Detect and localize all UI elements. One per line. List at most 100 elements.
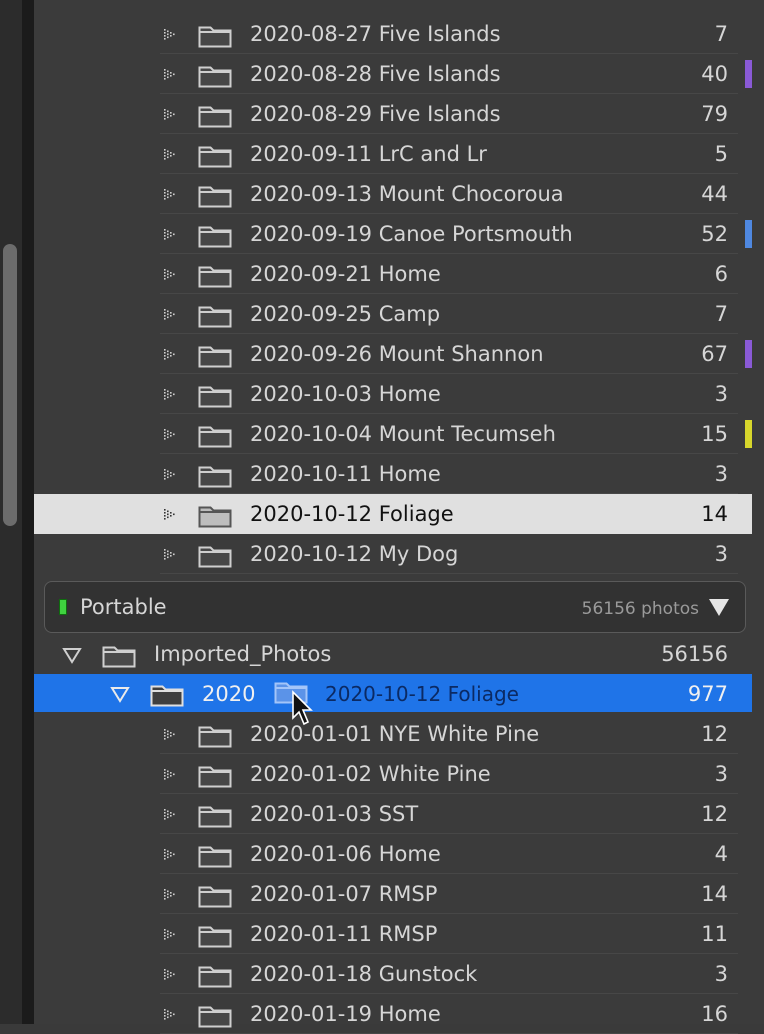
folder-icon — [198, 226, 232, 248]
folder-icon — [198, 386, 232, 408]
drag-grip-icon[interactable] — [163, 548, 175, 560]
folder-icon — [198, 546, 232, 568]
folder-icon — [198, 466, 232, 488]
drag-grip-icon[interactable] — [163, 28, 175, 40]
folder-name: 2020-09-19 Canoe Portsmouth — [250, 222, 573, 246]
folder-count: 3 — [714, 962, 728, 986]
folder-count: 67 — [701, 342, 728, 366]
folder-name: 2020-09-13 Mount Chocoroua — [250, 182, 564, 206]
folder-row[interactable]: 2020-10-12 My Dog 3 — [34, 534, 752, 574]
folder-name: 2020-08-29 Five Islands — [250, 102, 501, 126]
color-label-flag — [745, 220, 752, 248]
color-label-flag — [745, 420, 752, 448]
folder-row[interactable]: 2020-01-01 NYE White Pine 12 — [34, 714, 752, 754]
folder-icon — [198, 846, 232, 868]
folder-count: 52 — [701, 222, 728, 246]
folder-row[interactable]: 2020-08-28 Five Islands 40 — [34, 54, 752, 94]
folder-count: 16 — [701, 1002, 728, 1026]
folder-row-root[interactable]: Imported_Photos 56156 — [34, 634, 752, 674]
folder-row[interactable]: 2020-01-07 RMSP 14 — [34, 874, 752, 914]
drag-grip-icon[interactable] — [163, 888, 175, 900]
folder-name: 2020-08-27 Five Islands — [250, 22, 501, 46]
color-label-flag — [745, 60, 752, 88]
folder-name: 2020-10-04 Mount Tecumseh — [250, 422, 556, 446]
folder-count: 15 — [701, 422, 728, 446]
drag-grip-icon[interactable] — [163, 108, 175, 120]
folder-icon — [198, 186, 232, 208]
volume-name: Portable — [80, 595, 167, 619]
drag-grip-icon[interactable] — [163, 848, 175, 860]
folder-row[interactable]: 2020-01-06 Home 4 — [34, 834, 752, 874]
folder-name: 2020-09-11 LrC and Lr — [250, 142, 487, 166]
drag-grip-icon[interactable] — [163, 68, 175, 80]
drag-grip-icon[interactable] — [163, 428, 175, 440]
folder-name: 2020-01-06 Home — [250, 842, 441, 866]
triangle-down-icon[interactable] — [110, 685, 130, 703]
folder-row[interactable]: 2020-01-19 Home 16 — [34, 994, 752, 1034]
folder-row[interactable]: 2020-01-11 RMSP 11 — [34, 914, 752, 954]
folder-row[interactable]: 2020-09-25 Camp 7 — [34, 294, 752, 334]
folder-icon — [198, 266, 232, 288]
folder-icon — [198, 506, 232, 528]
folder-count: 7 — [714, 22, 728, 46]
triangle-down-icon[interactable] — [707, 597, 731, 617]
folder-count: 5 — [714, 142, 728, 166]
drag-grip-icon[interactable] — [163, 468, 175, 480]
folder-name: 2020-01-02 White Pine — [250, 762, 491, 786]
drag-grip-icon[interactable] — [163, 968, 175, 980]
folder-row[interactable]: 2020-01-02 White Pine 3 — [34, 754, 752, 794]
drag-grip-icon[interactable] — [163, 728, 175, 740]
folder-name: 2020-01-11 RMSP — [250, 922, 438, 946]
drag-grip-icon[interactable] — [163, 188, 175, 200]
folder-row[interactable]: 2020-10-12 Foliage 14 — [34, 494, 752, 534]
drag-grip-icon[interactable] — [163, 268, 175, 280]
folder-row[interactable]: 2020-10-11 Home 3 — [34, 454, 752, 494]
volume-header-portable[interactable]: Portable 56156 photos — [44, 581, 746, 633]
folder-icon — [198, 766, 232, 788]
row-divider — [160, 573, 738, 574]
folder-name: 2020-01-07 RMSP — [250, 882, 438, 906]
drag-grip-icon[interactable] — [163, 508, 175, 520]
panel-divider — [22, 0, 34, 1024]
folder-row[interactable]: 2020-09-21 Home 6 — [34, 254, 752, 294]
drag-grip-icon[interactable] — [163, 1008, 175, 1020]
folder-row[interactable]: 2020-01-03 SST 12 — [34, 794, 752, 834]
folder-name: 2020-01-19 Home — [250, 1002, 441, 1026]
drag-folder-label: 2020-10-12 Foliage — [325, 682, 519, 706]
drag-grip-icon[interactable] — [163, 928, 175, 940]
folder-icon — [198, 726, 232, 748]
folder-row[interactable]: 2020-08-27 Five Islands 7 — [34, 14, 752, 54]
folder-name: Imported_Photos — [154, 642, 332, 666]
folder-icon — [198, 26, 232, 48]
folder-row[interactable]: 2020-08-29 Five Islands 79 — [34, 94, 752, 134]
folder-icon — [198, 146, 232, 168]
drag-grip-icon[interactable] — [163, 348, 175, 360]
folder-icon — [102, 646, 136, 668]
folder-name: 2020-10-11 Home — [250, 462, 441, 486]
folder-name: 2020-09-26 Mount Shannon — [250, 342, 544, 366]
drag-grip-icon[interactable] — [163, 808, 175, 820]
folder-row[interactable]: 2020-09-13 Mount Chocoroua 44 — [34, 174, 752, 214]
folder-row[interactable]: 2020-01-18 Gunstock 3 — [34, 954, 752, 994]
triangle-down-icon[interactable] — [62, 646, 82, 664]
drag-grip-icon[interactable] — [163, 228, 175, 240]
folder-count: 12 — [701, 722, 728, 746]
drag-grip-icon[interactable] — [163, 308, 175, 320]
left-scrollbar-track[interactable] — [0, 0, 22, 1024]
scrollbar-thumb[interactable] — [3, 244, 17, 526]
folder-row[interactable]: 2020-09-26 Mount Shannon 67 — [34, 334, 752, 374]
folder-row[interactable]: 2020-10-03 Home 3 — [34, 374, 752, 414]
folder-icon — [198, 346, 232, 368]
folder-row[interactable]: 2020-09-11 LrC and Lr 5 — [34, 134, 752, 174]
folder-row[interactable]: 2020-10-04 Mount Tecumseh 15 — [34, 414, 752, 454]
folder-count: 44 — [701, 182, 728, 206]
folder-icon — [198, 306, 232, 328]
drag-grip-icon[interactable] — [163, 768, 175, 780]
folder-icon — [198, 1006, 232, 1028]
folder-count: 14 — [701, 502, 728, 526]
folder-row[interactable]: 2020-09-19 Canoe Portsmouth 52 — [34, 214, 752, 254]
drag-grip-icon[interactable] — [163, 148, 175, 160]
folder-icon — [198, 66, 232, 88]
drag-grip-icon[interactable] — [163, 388, 175, 400]
folder-count: 40 — [701, 62, 728, 86]
